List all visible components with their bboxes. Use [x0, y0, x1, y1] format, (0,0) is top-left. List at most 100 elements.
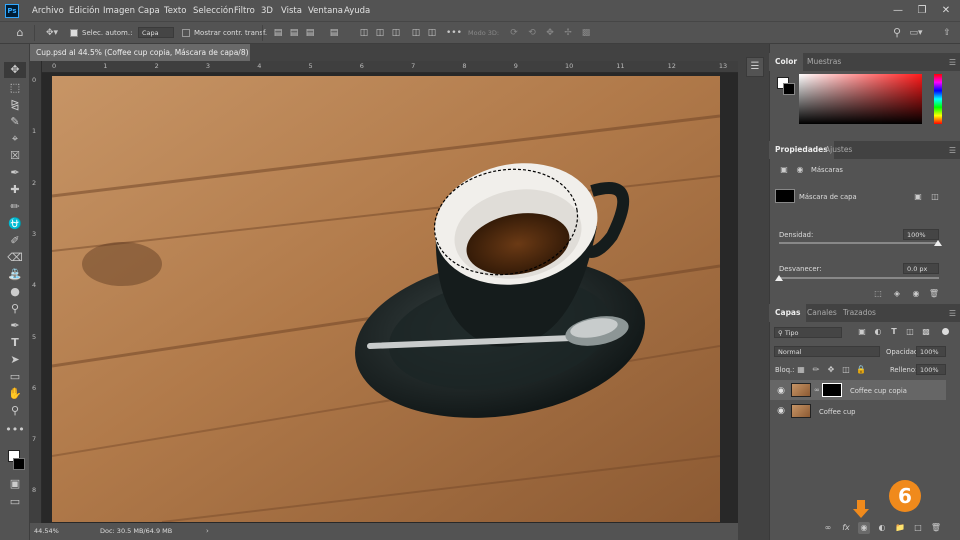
align-right-icon[interactable]: ▤: [304, 25, 316, 41]
brush-tool-icon[interactable]: ✏: [4, 199, 26, 215]
layers-panel-menu-icon[interactable]: ☰: [949, 309, 956, 318]
edit-toolbar-icon[interactable]: •••: [4, 422, 26, 438]
history-panel-icon[interactable]: ☰: [746, 57, 764, 77]
toggle-mask-icon[interactable]: ◉: [910, 288, 922, 300]
filter-toggle-icon[interactable]: [942, 328, 949, 335]
filter-type-icon[interactable]: T: [888, 326, 900, 338]
distribute-4-icon[interactable]: ◫: [410, 25, 422, 41]
feather-slider-handle[interactable]: [775, 275, 783, 281]
load-selection-icon[interactable]: ⬚: [872, 288, 884, 300]
menu-3d[interactable]: 3D: [261, 0, 273, 22]
feather-field[interactable]: 0.0 px: [903, 263, 939, 274]
filter-smart-object-icon[interactable]: ▩: [920, 326, 932, 338]
menu-ayuda[interactable]: Ayuda: [344, 0, 370, 22]
density-slider-handle[interactable]: [934, 240, 942, 246]
auto-select-checkbox[interactable]: [70, 29, 78, 37]
lock-all-icon[interactable]: 🔒: [855, 364, 867, 376]
density-slider[interactable]: [779, 242, 939, 244]
visibility-eye-icon[interactable]: ◉: [775, 385, 787, 397]
type-tool-icon[interactable]: T: [4, 335, 26, 351]
close-icon[interactable]: ✕: [934, 0, 958, 22]
new-adjustment-layer-icon[interactable]: ◐: [876, 522, 888, 534]
move-tool-icon[interactable]: ✥: [4, 62, 26, 78]
status-menu-arrow-icon[interactable]: ›: [206, 523, 209, 540]
color-background-swatch[interactable]: [783, 83, 795, 95]
paint-bucket-tool-icon[interactable]: ⛲: [4, 267, 26, 283]
menu-seleccion[interactable]: Selección: [193, 0, 234, 22]
lock-transparent-icon[interactable]: ▦: [795, 364, 807, 376]
mask-link-icon[interactable]: ∞: [814, 386, 820, 394]
density-field[interactable]: 100%: [903, 229, 939, 240]
tab-paths[interactable]: Trazados: [837, 304, 882, 322]
history-brush-tool-icon[interactable]: ✐: [4, 233, 26, 249]
rectangle-tool-icon[interactable]: ▭: [4, 369, 26, 385]
add-layer-mask-icon[interactable]: ◉: [858, 522, 870, 534]
workspace-icon[interactable]: ▭▾: [908, 25, 924, 41]
align-center-icon[interactable]: ▤: [288, 25, 300, 41]
pen-tool-icon[interactable]: ✒: [4, 318, 26, 334]
background-color-swatch[interactable]: [13, 458, 25, 470]
screen-mode-icon[interactable]: ▭: [4, 494, 26, 510]
apply-mask-icon[interactable]: ◈: [891, 288, 903, 300]
eraser-tool-icon[interactable]: ⌫: [4, 250, 26, 266]
3d-roll-icon[interactable]: ⟲: [526, 25, 538, 41]
3d-orbit-icon[interactable]: ⟳: [508, 25, 520, 41]
hue-slider[interactable]: [934, 74, 942, 124]
search-icon[interactable]: ⚲: [890, 25, 904, 41]
delete-layer-icon[interactable]: 🗑: [930, 522, 942, 534]
properties-panel-menu-icon[interactable]: ☰: [949, 146, 956, 155]
visibility-eye-icon[interactable]: ◉: [775, 405, 787, 417]
fill-field[interactable]: 100%: [916, 364, 946, 375]
filter-adjustment-icon[interactable]: ◐: [872, 326, 884, 338]
menu-archivo[interactable]: Archivo: [32, 0, 64, 22]
menu-edicion[interactable]: Edición: [69, 0, 100, 22]
distribute-2-icon[interactable]: ◫: [374, 25, 386, 41]
lock-image-icon[interactable]: ✏: [810, 364, 822, 376]
select-vector-mask-icon[interactable]: ◫: [929, 191, 941, 203]
home-icon[interactable]: ⌂: [12, 25, 28, 41]
align-top-icon[interactable]: ▤: [328, 25, 340, 41]
path-selection-tool-icon[interactable]: ➤: [4, 352, 26, 368]
quick-mask-icon[interactable]: ▣: [4, 476, 26, 492]
marquee-tool-icon[interactable]: ⬚: [4, 80, 26, 96]
auto-select-target-dropdown[interactable]: Capa: [138, 27, 174, 38]
quick-selection-tool-icon[interactable]: ✎: [4, 114, 26, 130]
color-picker-field[interactable]: [799, 74, 922, 124]
delete-mask-icon[interactable]: 🗑: [928, 288, 940, 300]
pixel-mask-icon[interactable]: ▣: [778, 164, 790, 176]
frame-tool-icon[interactable]: ☒: [4, 148, 26, 164]
layer-name[interactable]: Coffee cup: [819, 408, 855, 416]
zoom-tool-icon[interactable]: ⚲: [4, 403, 26, 419]
dodge-tool-icon[interactable]: ⚲: [4, 301, 26, 317]
menu-imagen[interactable]: Imagen: [103, 0, 135, 22]
hand-tool-icon[interactable]: ✋: [4, 386, 26, 402]
minimize-icon[interactable]: —: [886, 0, 910, 22]
tab-adjustments[interactable]: Ajustes: [819, 141, 858, 159]
restore-icon[interactable]: ❐: [910, 0, 934, 22]
blur-tool-icon[interactable]: ●: [4, 284, 26, 300]
menu-capa[interactable]: Capa: [138, 0, 160, 22]
new-group-icon[interactable]: 📁: [894, 522, 906, 534]
3d-slide-icon[interactable]: ✢: [562, 25, 574, 41]
document-tab[interactable]: Cup.psd al 44.5% (Coffee cup copia, Másc…: [30, 44, 250, 74]
menu-filtro[interactable]: Filtro: [234, 0, 255, 22]
align-left-icon[interactable]: ▤: [272, 25, 284, 41]
move-tool-icon[interactable]: ✥▾: [40, 25, 64, 41]
tab-swatches[interactable]: Muestras: [801, 53, 847, 71]
opacity-field[interactable]: 100%: [916, 346, 946, 357]
menu-vista[interactable]: Vista: [281, 0, 302, 22]
show-transform-checkbox[interactable]: [182, 29, 190, 37]
layer-filter-dropdown[interactable]: ⚲ Tipo: [774, 327, 842, 338]
link-layers-icon[interactable]: ∞: [822, 522, 834, 534]
add-layer-style-icon[interactable]: fx: [840, 522, 852, 534]
distribute-5-icon[interactable]: ◫: [426, 25, 438, 41]
share-icon[interactable]: ⇧: [940, 25, 954, 41]
clone-stamp-tool-icon[interactable]: ⛎: [4, 216, 26, 232]
zoom-level[interactable]: 44.54%: [34, 523, 59, 540]
new-layer-icon[interactable]: □: [912, 522, 924, 534]
crop-tool-icon[interactable]: ⌖: [4, 131, 26, 147]
distribute-3-icon[interactable]: ◫: [390, 25, 402, 41]
layer-name[interactable]: Coffee cup copia: [850, 387, 907, 395]
lock-position-icon[interactable]: ✥: [825, 364, 837, 376]
select-pixel-mask-icon[interactable]: ▣: [912, 191, 924, 203]
